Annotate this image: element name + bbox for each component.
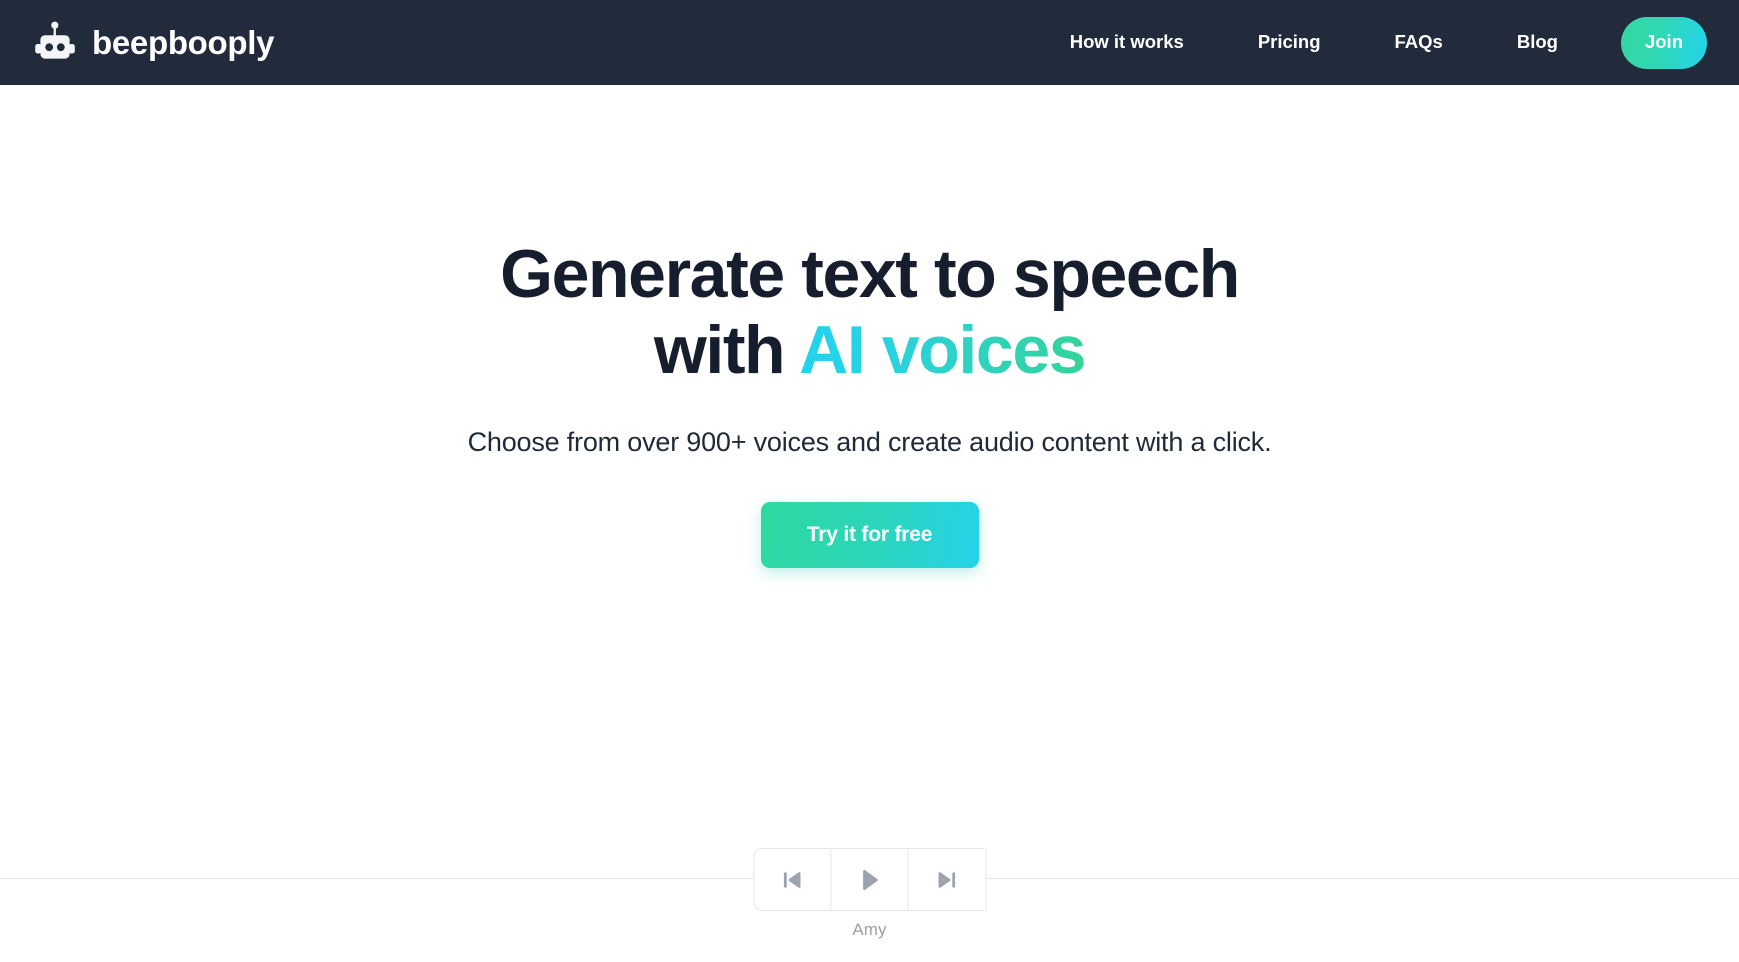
hero-section: Generate text to speech with AI voices C…: [0, 85, 1739, 569]
main-navigation: How it works Pricing FAQs Blog Join: [1033, 0, 1715, 85]
hero-title-accent: AI voices: [799, 312, 1086, 389]
nav-link-blog[interactable]: Blog: [1480, 23, 1595, 62]
site-header: beepbooply How it works Pricing FAQs Blo…: [0, 0, 1739, 85]
skip-previous-icon: [778, 866, 806, 894]
try-it-for-free-button[interactable]: Try it for free: [760, 502, 979, 569]
hero-title-line-2: with AI voices: [0, 312, 1739, 388]
join-button[interactable]: Join: [1620, 16, 1707, 69]
hero-subtitle: Choose from over 900+ voices and create …: [467, 427, 1272, 458]
nav-link-faqs[interactable]: FAQs: [1358, 23, 1480, 62]
brand-name: beepbooply: [92, 24, 275, 61]
landing-page: beepbooply How it works Pricing FAQs Blo…: [0, 0, 1739, 962]
play-button[interactable]: [831, 849, 908, 910]
current-voice-name: Amy: [852, 920, 887, 939]
page-title: Generate text to speech with AI voices: [0, 236, 1739, 388]
nav-link-how-it-works[interactable]: How it works: [1033, 23, 1221, 62]
previous-track-button[interactable]: [754, 849, 831, 910]
brand-logo[interactable]: beepbooply: [32, 0, 274, 85]
skip-next-icon: [933, 866, 961, 894]
play-icon: [854, 865, 884, 895]
robot-head-icon: [32, 20, 78, 66]
audio-player: Amy: [753, 848, 986, 940]
audio-player-zone: Amy: [0, 828, 1739, 962]
cta-container: Try it for free: [0, 502, 1739, 569]
hero-title-line-1: Generate text to speech: [500, 236, 1240, 312]
nav-link-pricing[interactable]: Pricing: [1221, 23, 1358, 62]
next-track-button[interactable]: [908, 849, 985, 910]
hero-title-line-2-plain: with: [653, 312, 800, 389]
audio-player-controls: [753, 848, 986, 911]
